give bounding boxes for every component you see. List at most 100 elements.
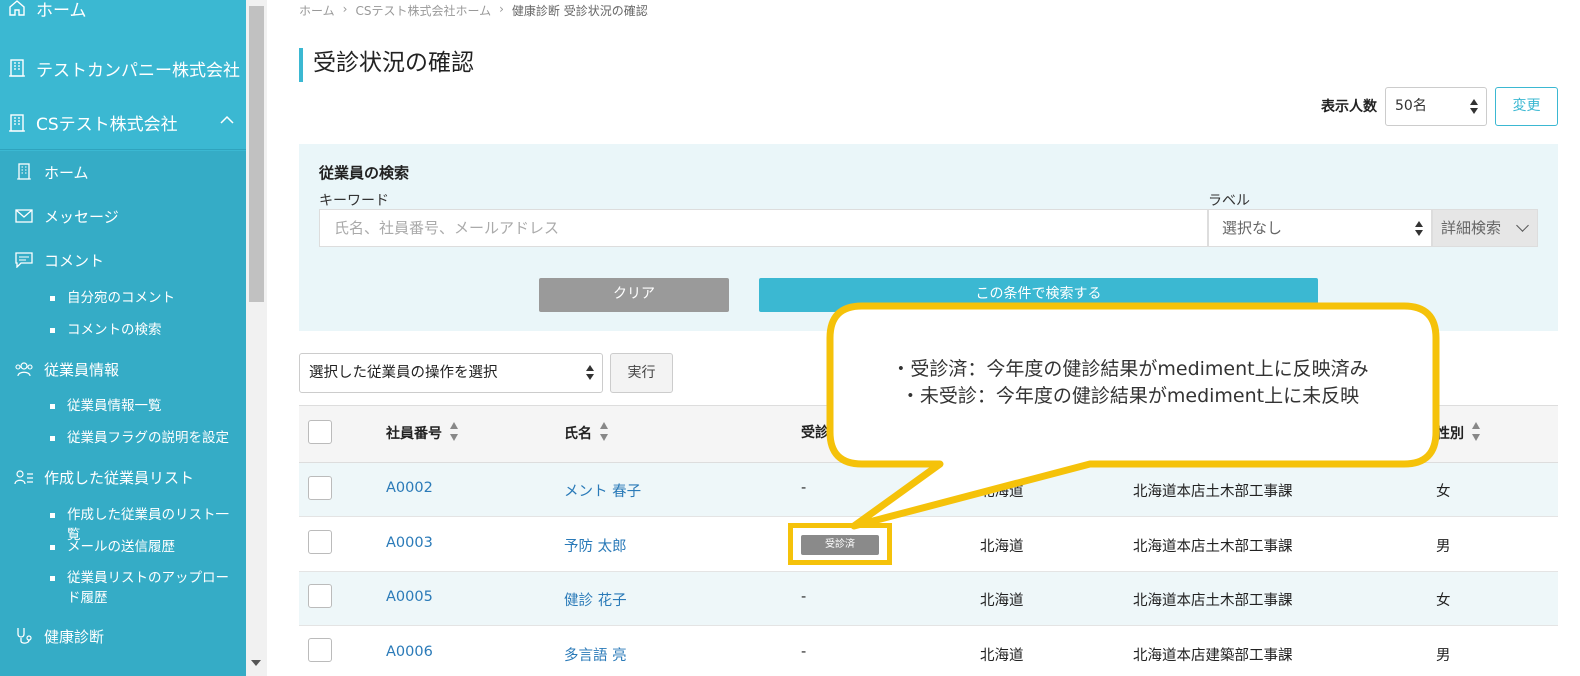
sidebar-item-messages[interactable]: メッセージ [14,204,119,228]
page-title: 受診状況の確認 [299,48,474,82]
stethoscope-icon [14,626,34,646]
sidebar-subitem-mail-history[interactable]: メールの送信履歴 [50,537,242,557]
exam-status: - [801,589,807,605]
header-label: 受診 [801,425,829,441]
header-status[interactable]: 受診 [801,422,829,442]
employee-name-link[interactable]: 多言語 亮 [564,644,627,665]
execute-button[interactable]: 実行 [610,353,673,393]
employee-no-link[interactable]: A0006 [386,644,433,660]
detail-search-toggle[interactable]: 詳細検索 [1432,209,1538,247]
keyword-label: キーワード [319,193,389,209]
region-cell: 北海道 [980,539,1024,555]
sidebar-company-2-label: CSテスト株式会社 [36,115,178,135]
callout-line-1: ・受診済：今年度の健診結果がmediment上に反映済み [891,358,1369,380]
table-row: A0002 メント 春子 - 北海道 北海道本店土木部工事課 女 [299,463,1558,517]
display-count-value: 50名 [1395,98,1427,114]
gender-cell: 女 [1436,484,1451,500]
bulk-operation-select[interactable]: 選択した従業員の操作を選択 [299,353,603,393]
gender-cell: 男 [1436,648,1451,664]
department-cell: 北海道本店土木部工事課 [1133,539,1293,555]
search-title: 従業員の検索 [319,164,410,182]
search-button[interactable]: この条件で検索する [759,278,1318,312]
department-cell: 北海道本店土木部工事課 [1133,593,1293,609]
sidebar-scrollbar[interactable] [246,0,267,676]
sidebar-subitem-employee-list[interactable]: 従業員情報一覧 [50,396,242,416]
sidebar-item-label: 作成した従業員リスト [44,468,195,487]
label-label: ラベル [1208,193,1250,209]
clear-button[interactable]: クリア [539,278,729,312]
main-content: ホーム › CSテスト株式会社ホーム › 健康診断 受診状況の確認 受診状況の確… [267,0,1580,676]
display-count-label: 表示人数 [1321,99,1377,115]
sidebar-submenu: ホーム メッセージ コメント 自分宛のコメント コメントの検索 従業員情報 従業… [0,151,246,676]
search-panel: 従業員の検索 キーワード 氏名、社員番号、メールアドレス ラベル 選択なし 詳細… [299,144,1558,331]
sidebar-item-created-lists[interactable]: 作成した従業員リスト [14,465,194,489]
select-arrows-icon [586,365,594,381]
exam-status: - [801,644,807,660]
change-button[interactable]: 変更 [1495,87,1558,126]
label-select[interactable]: 選択なし [1208,209,1432,247]
breadcrumb-home[interactable]: ホーム [299,2,335,19]
department-cell: 北海道本店建築部工事課 [1133,648,1293,664]
home-icon [6,0,28,19]
sidebar-subitem-my-comments[interactable]: 自分宛のコメント [50,288,242,308]
sidebar-subitem-comment-search[interactable]: コメントの検索 [50,320,242,340]
sidebar-item-employee-info[interactable]: 従業員情報 [14,357,119,381]
select-arrows-icon [1470,99,1478,115]
employee-name-link[interactable]: メント 春子 [564,480,641,501]
scrollbar-thumb[interactable] [249,6,264,302]
sort-icon[interactable] [600,422,608,444]
select-all-checkbox[interactable] [308,420,332,444]
row-checkbox[interactable] [308,476,332,500]
table-header: 社員番号 氏名 受診 性別 [299,405,1558,463]
sort-icon[interactable] [450,422,458,444]
breadcrumb-separator: › [342,2,348,16]
region-cell: 北海道 [980,593,1024,609]
breadcrumb: ホーム › CSテスト株式会社ホーム › 健康診断 受診状況の確認 [299,2,648,19]
callout-line-2: ・未受診：今年度の健診結果がmediment上に未反映 [900,385,1360,407]
employee-name-link[interactable]: 健診 花子 [564,589,627,610]
table-row: A0005 健診 花子 - 北海道 北海道本店土木部工事課 女 [299,572,1558,626]
header-name[interactable]: 氏名 [564,422,608,444]
scroll-down-icon[interactable] [251,660,261,666]
row-checkbox[interactable] [308,530,332,554]
sidebar-item-label: 従業員情報 [44,360,120,379]
department-cell: 北海道本店土木部工事課 [1133,484,1293,500]
detail-search-label: 詳細検索 [1441,219,1502,237]
sort-icon[interactable] [1472,422,1480,444]
table-row: A0006 多言語 亮 - 北海道 北海道本店建築部工事課 男 [299,627,1558,676]
header-label: 性別 [1436,426,1464,442]
sidebar-item-label: コメント [44,251,105,270]
employee-no-link[interactable]: A0002 [386,480,433,496]
header-label: 社員番号 [386,426,442,442]
select-arrows-icon [1415,221,1423,237]
breadcrumb-current: 健康診断 受診状況の確認 [511,4,648,18]
sidebar-subitem-upload-history[interactable]: 従業員リストのアップロード履歴 [50,568,242,608]
display-count-select[interactable]: 50名 [1385,87,1487,126]
employee-no-link[interactable]: A0005 [386,589,433,605]
header-label: 氏名 [564,426,592,442]
header-gender[interactable]: 性別 [1436,422,1480,444]
employee-no-link[interactable]: A0003 [386,535,433,551]
sidebar-item-comments[interactable]: コメント [14,248,104,272]
sidebar-home-link[interactable]: ホーム [0,0,246,36]
sidebar-item-home[interactable]: ホーム [14,160,89,184]
chevron-up-icon[interactable] [220,110,234,129]
breadcrumb-separator: › [499,2,504,16]
table-row: A0003 予防 太郎 受診済 北海道 北海道本店土木部工事課 男 [299,518,1558,572]
region-cell: 北海道 [980,648,1024,664]
sidebar-company-1-label: テストカンパニー株式会社 [36,60,240,81]
building-icon [6,112,28,134]
label-select-value: 選択なし [1222,219,1283,237]
chevron-down-icon [1516,219,1529,232]
sidebar-item-health-check[interactable]: 健康診断 [14,624,104,648]
sidebar-company-2[interactable]: CSテスト株式会社 [0,96,246,150]
breadcrumb-company-home[interactable]: CSテスト株式会社ホーム [355,2,491,19]
keyword-input[interactable]: 氏名、社員番号、メールアドレス [319,209,1208,247]
sidebar-company-1[interactable]: テストカンパニー株式会社 [0,41,246,95]
employee-name-link[interactable]: 予防 太郎 [564,535,627,556]
row-checkbox[interactable] [308,638,332,662]
sidebar-subitem-employee-flags[interactable]: 従業員フラグの説明を設定 [50,428,242,448]
header-employee-no[interactable]: 社員番号 [386,422,458,444]
sidebar-home-label: ホーム [36,0,87,21]
row-checkbox[interactable] [308,584,332,608]
